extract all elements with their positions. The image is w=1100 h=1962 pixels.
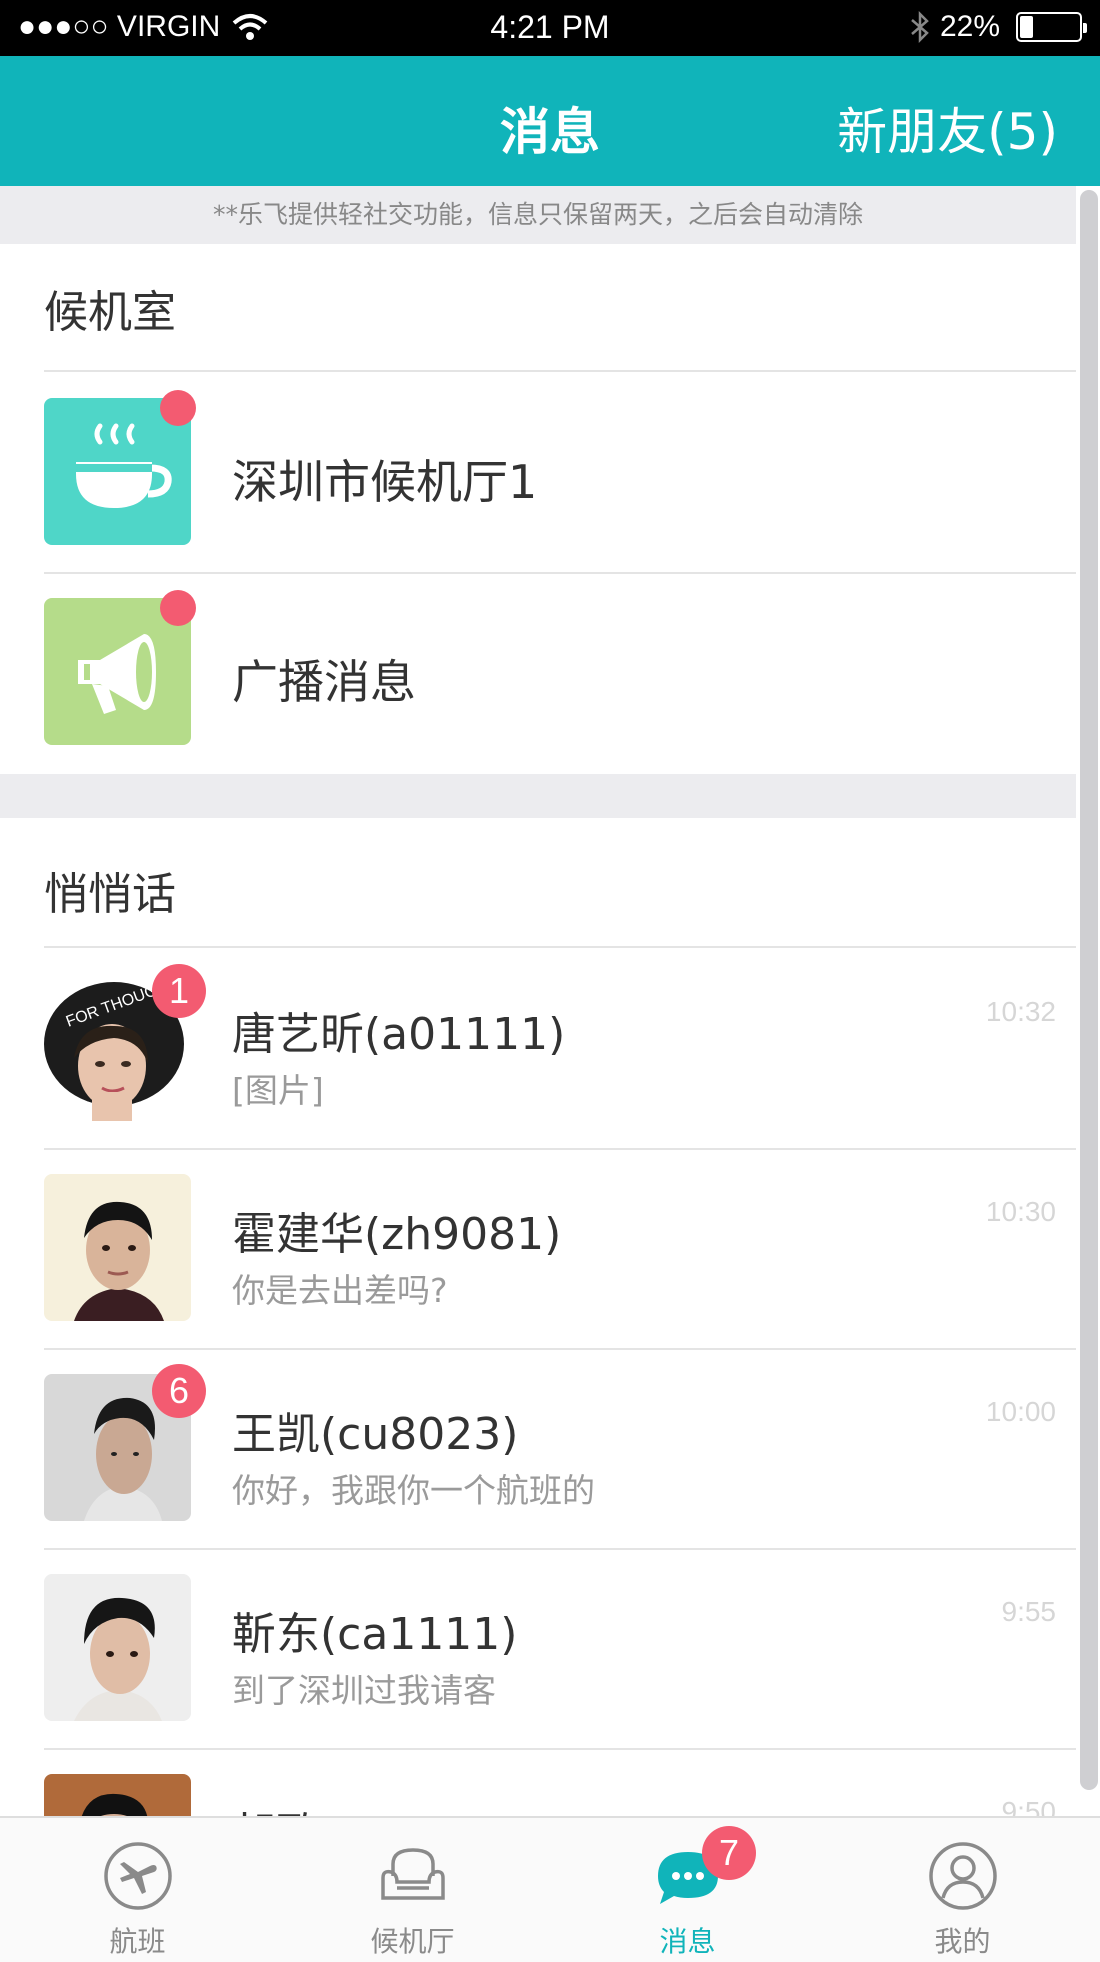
tab-label: 航班 [109, 1925, 166, 1958]
battery-icon [1016, 12, 1087, 42]
battery-level [1020, 16, 1033, 38]
tab-bar: 航班 候机厅 7 消息 我的 [0, 1816, 1100, 1962]
tab-flights[interactable]: 航班 [0, 1818, 275, 1962]
person-icon [825, 1836, 1100, 1916]
chat-row[interactable]: 靳东(ca1111) 到了深圳过我请客 9:55 [0, 1548, 1076, 1748]
chat-time: 10:00 [985, 1396, 1056, 1427]
notice-banner: **乐飞提供轻社交功能，信息只保留两天，之后会自动清除 [0, 186, 1076, 244]
chat-time: 10:32 [985, 996, 1056, 1027]
chat-preview: 到了深圳过我请客 [232, 1671, 496, 1710]
tab-lounge[interactable]: 候机厅 [275, 1818, 550, 1962]
unread-count-badge: 1 [152, 964, 206, 1018]
avatar [44, 1774, 191, 1816]
chat-preview: 你是去出差吗? [232, 1271, 448, 1310]
tab-messages[interactable]: 7 消息 [550, 1818, 825, 1962]
tab-label: 消息 [659, 1925, 716, 1958]
chat-name: 胡歌(...1111) [232, 1798, 508, 1816]
chat-row[interactable]: FOR THOUGHT 1 唐艺昕(a01111) [图片] 10:32 [0, 948, 1076, 1148]
lounge-item-label: 深圳市候机厅1 [232, 455, 538, 509]
chat-time: 9:50 [1001, 1796, 1057, 1816]
lounge-section-title: 候机室 [44, 287, 176, 338]
avatar [44, 1574, 191, 1721]
section-gap [0, 774, 1076, 818]
sofa-icon [275, 1836, 550, 1916]
unread-dot [160, 390, 196, 426]
bluetooth-icon [911, 11, 929, 43]
unread-dot [160, 590, 196, 626]
chat-time: 10:30 [985, 1196, 1056, 1227]
chat-name: 靳东(ca1111) [232, 1609, 518, 1660]
status-right: 22% [910, 10, 1087, 44]
whisper-section-title: 悄悄话 [44, 869, 176, 920]
lounge-item-label: 广播消息 [232, 655, 416, 709]
battery-percent: 22% [939, 10, 1000, 43]
unread-count-badge: 6 [152, 1364, 206, 1418]
chat-bubble-icon [550, 1836, 825, 1916]
status-bar: ●●●○○ VIRGIN 4:21 PM 22% [0, 0, 1100, 56]
lounge-item-broadcast[interactable]: 广播消息 [0, 572, 1076, 772]
chat-row[interactable]: 霍建华(zh9081) 你是去出差吗? 10:30 [0, 1148, 1076, 1348]
scrollbar[interactable] [1080, 190, 1098, 1790]
chat-name: 王凯(cu8023) [232, 1409, 519, 1460]
tab-label: 候机厅 [370, 1925, 455, 1958]
avatar [44, 1174, 191, 1321]
chat-row[interactable]: 胡歌(...1111) 9:50 [0, 1748, 1076, 1816]
chat-name: 霍建华(zh9081) [232, 1209, 562, 1260]
tab-unread-badge: 7 [702, 1826, 756, 1880]
chat-time: 9:55 [1001, 1596, 1057, 1627]
tab-label: 我的 [934, 1925, 991, 1958]
chat-preview: 你好，我跟你一个航班的 [232, 1471, 595, 1510]
chat-preview: [图片] [232, 1071, 324, 1110]
message-list[interactable]: **乐飞提供轻社交功能，信息只保留两天，之后会自动清除 候机室 深圳市候机厅1 [0, 186, 1100, 1816]
nav-bar: 消息 新朋友(5) [0, 56, 1100, 186]
new-friends-button[interactable]: 新朋友(5) [837, 92, 1058, 164]
tab-profile[interactable]: 我的 [825, 1818, 1100, 1962]
lounge-item-shenzhen[interactable]: 深圳市候机厅1 [0, 372, 1076, 572]
plane-icon [0, 1836, 275, 1916]
chat-name: 唐艺昕(a01111) [232, 1009, 566, 1060]
chat-row[interactable]: 6 王凯(cu8023) 你好，我跟你一个航班的 10:00 [0, 1348, 1076, 1548]
